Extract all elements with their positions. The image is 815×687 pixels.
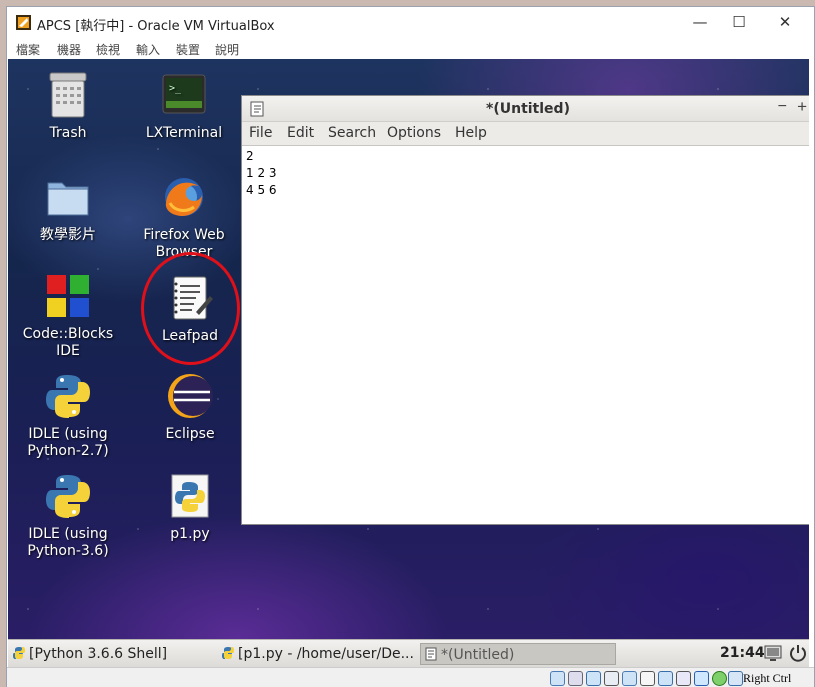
close-button[interactable]: ✕ <box>763 7 807 37</box>
mouse-integration-icon[interactable] <box>712 671 727 686</box>
taskbar-item-label: [p1.py - /home/user/De... <box>238 646 414 662</box>
desktop-icon-label: p1.py <box>170 526 210 542</box>
menu-file[interactable]: 檔案 <box>16 41 40 58</box>
taskbar-item-leafpad[interactable]: *(Untitled) <box>420 643 616 665</box>
host-key-label: Right Ctrl <box>743 671 792 685</box>
desktop-icon-idle-36[interactable]: IDLE (using Python-3.6) <box>13 472 123 560</box>
desktop-icon-idle-27[interactable]: IDLE (using Python-2.7) <box>13 372 123 460</box>
leafpad-menu-file[interactable]: File <box>249 125 272 141</box>
title-bar: APCS [執行中] - Oracle VM VirtualBox — ☐ ✕ <box>7 7 814 37</box>
desktop-icon-label: Code::Blocks IDE <box>22 326 114 359</box>
leafpad-title-bar[interactable]: *(Untitled) − + <box>242 96 809 122</box>
menu-view[interactable]: 檢視 <box>96 41 120 58</box>
shared-folders-icon[interactable] <box>622 671 637 686</box>
screen-lock-icon[interactable] <box>763 643 783 663</box>
desktop-icon-label: IDLE (using Python-3.6) <box>27 526 109 559</box>
desktop-icon-firefox[interactable]: Firefox Web Browser <box>129 173 239 261</box>
leafpad-window: *(Untitled) − + File Edit Search Options… <box>241 95 809 525</box>
keyboard-capture-icon[interactable] <box>728 671 743 686</box>
menu-devices[interactable]: 裝置 <box>176 41 200 58</box>
terminal-icon: >_ <box>160 71 208 119</box>
leafpad-menu-edit[interactable]: Edit <box>287 125 314 141</box>
desktop-icon-label: 教學影片 <box>40 227 96 243</box>
minimize-button[interactable]: — <box>678 7 722 37</box>
leafpad-menubar: File Edit Search Options Help <box>242 122 809 146</box>
desktop-icon-lxterminal[interactable]: >_ LXTerminal <box>129 71 239 142</box>
python-icon <box>13 647 25 659</box>
video-capture-icon[interactable] <box>658 671 673 686</box>
menu-help[interactable]: 說明 <box>215 41 239 58</box>
audio-icon[interactable] <box>568 671 583 686</box>
leafpad-maximize-button[interactable]: + <box>797 97 807 117</box>
usb-icon[interactable] <box>604 671 619 686</box>
cpu-icon[interactable] <box>676 671 691 686</box>
leafpad-minimize-button[interactable]: − <box>778 98 787 116</box>
desktop-icon-trash[interactable]: Trash <box>13 71 123 142</box>
desktop-icon-codeblocks[interactable]: Code::Blocks IDE <box>13 272 123 360</box>
menu-machine[interactable]: 機器 <box>57 41 81 58</box>
guest-taskbar: [Python 3.6.6 Shell] [p1.py - /home/user… <box>8 639 809 667</box>
firefox-icon <box>160 173 208 221</box>
desktop-icon-folder[interactable]: 教學影片 <box>13 173 123 244</box>
menu-input[interactable]: 輸入 <box>136 41 160 58</box>
leafpad-menu-help[interactable]: Help <box>455 125 487 141</box>
taskbar-item-p1py-editor[interactable]: [p1.py - /home/user/De... <box>221 643 415 665</box>
window-title: APCS [執行中] - Oracle VM VirtualBox <box>37 19 275 34</box>
guest-desktop: Trash >_ LXTerminal 教學影片 Firefox Web Bro… <box>8 59 809 639</box>
power-icon[interactable] <box>788 643 808 663</box>
vbox-status-bar: Right Ctrl <box>7 667 814 687</box>
virtualbox-app-icon <box>16 15 31 30</box>
desktop-icon-p1py[interactable]: p1.py <box>135 472 245 543</box>
virtualization-icon[interactable] <box>694 671 709 686</box>
trash-icon <box>44 71 92 119</box>
leafpad-menu-search[interactable]: Search <box>328 125 376 141</box>
desktop-icon-label: LXTerminal <box>145 125 223 141</box>
leafpad-icon <box>425 647 437 661</box>
virtualbox-window: APCS [執行中] - Oracle VM VirtualBox — ☐ ✕ … <box>6 6 815 687</box>
taskbar-item-label: *(Untitled) <box>441 647 515 663</box>
desktop-icon-label: IDLE (using Python-2.7) <box>27 426 109 459</box>
codeblocks-icon <box>44 272 92 320</box>
leafpad-menu-options[interactable]: Options <box>387 125 441 141</box>
display-icon[interactable] <box>640 671 655 686</box>
highlight-circle <box>141 252 240 365</box>
python-icon <box>44 372 92 420</box>
taskbar-item-python-shell[interactable]: [Python 3.6.6 Shell] <box>12 643 212 665</box>
optical-drive-icon[interactable] <box>550 671 565 686</box>
python-icon <box>44 472 92 520</box>
desktop-icon-label: Eclipse <box>165 426 215 442</box>
taskbar-item-label: [Python 3.6.6 Shell] <box>29 646 168 662</box>
leafpad-text-area[interactable]: 2 1 2 3 4 5 6 <box>246 148 277 199</box>
eclipse-icon <box>166 372 214 420</box>
desktop-icon-label: Trash <box>49 125 87 141</box>
svg-text:>_: >_ <box>169 83 182 94</box>
leafpad-title: *(Untitled) <box>486 101 570 117</box>
vbox-menubar: 檔案 機器 檢視 輸入 裝置 說明 <box>7 37 814 59</box>
maximize-button[interactable]: ☐ <box>717 7 761 37</box>
desktop-icon-eclipse[interactable]: Eclipse <box>135 372 245 443</box>
folder-icon <box>44 173 92 221</box>
taskbar-clock: 21:44 <box>720 645 765 661</box>
python-icon <box>222 647 234 659</box>
python-file-icon <box>166 472 214 520</box>
network-icon[interactable] <box>586 671 601 686</box>
